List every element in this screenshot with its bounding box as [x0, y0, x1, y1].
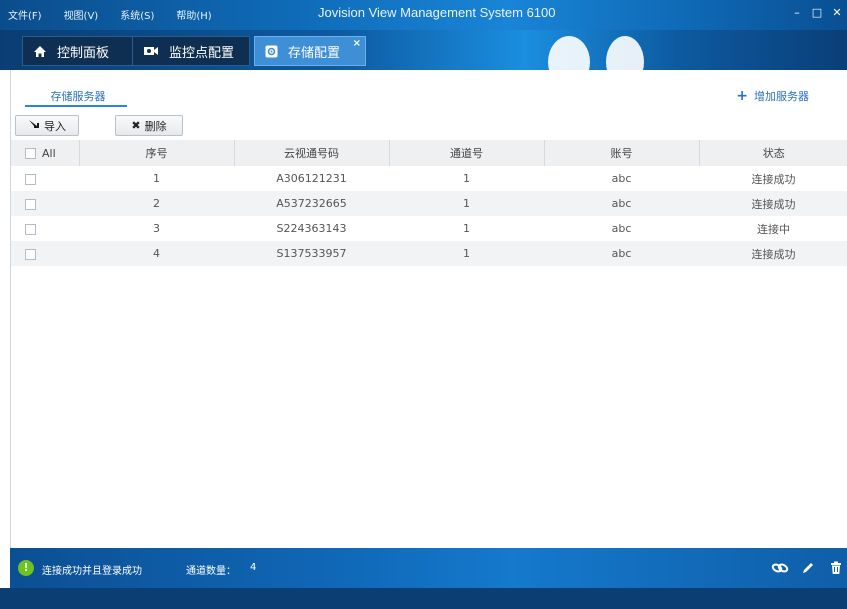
- cell-account: abc: [544, 191, 699, 216]
- cell-status: 连接成功: [699, 191, 847, 216]
- cell-channel: 1: [389, 191, 544, 216]
- table-row[interactable]: 3 S224363143 1 abc 连接中: [11, 216, 847, 241]
- channel-count-label: 通道数量：: [186, 566, 236, 577]
- main-content: 存储服务器 + 增加服务器 导入 ✖ 删除 All 序号 云视通号码 通道号 账…: [10, 70, 847, 548]
- link-icon[interactable]: [771, 559, 789, 577]
- app-title: Jovision View Management System 6100: [318, 5, 556, 20]
- cell-account: abc: [611, 222, 632, 235]
- tab-label: 监控点配置: [169, 45, 235, 61]
- cell-channel: 1: [389, 241, 544, 266]
- header-select-all[interactable]: All: [11, 140, 80, 166]
- tab-dashboard[interactable]: 控制面板: [22, 36, 134, 66]
- table-row[interactable]: 1 A306121231 1 abc 连接成功: [11, 166, 847, 191]
- cell-status: 连接成功: [751, 172, 796, 186]
- select-all-checkbox[interactable]: [25, 147, 36, 159]
- plus-icon: +: [736, 87, 748, 104]
- subtab-storage-server[interactable]: 存储服务器: [31, 88, 125, 104]
- delete-x-icon: ✖: [131, 119, 141, 132]
- header-cloud-id[interactable]: 云视通号码: [234, 140, 390, 166]
- table-header-row: All 序号 云视通号码 通道号 账号 状态: [11, 140, 847, 166]
- row-checkbox[interactable]: [25, 248, 36, 260]
- gear-icon: [265, 45, 278, 58]
- window-controls: – □ ✕: [791, 6, 843, 19]
- menu-file[interactable]: 文件(F): [8, 7, 42, 22]
- close-button[interactable]: ✕: [831, 6, 843, 19]
- server-table: All 序号 云视通号码 通道号 账号 状态 1 A306121231 1 ab…: [11, 140, 847, 266]
- select-all-label: All: [42, 146, 56, 160]
- table-row[interactable]: 4 S137533957 1 abc 连接成功: [11, 241, 847, 266]
- cell-index: 3: [153, 222, 160, 235]
- cell-status: 连接成功: [699, 241, 847, 266]
- channel-count-value: 4: [250, 562, 257, 573]
- add-server-button[interactable]: + 增加服务器: [736, 88, 809, 104]
- header-account[interactable]: 账号: [544, 140, 700, 166]
- bottom-strip: [0, 588, 847, 609]
- cell-channel: 1: [463, 172, 470, 185]
- menu-bar: 文件(F) 视图(V) 系统(S) 帮助(H): [8, 7, 234, 22]
- tab-label: 控制面板: [57, 45, 110, 61]
- trash-icon[interactable]: [827, 559, 845, 577]
- header-status[interactable]: 状态: [699, 140, 847, 166]
- tab-label: 存储配置: [288, 45, 341, 61]
- tab-bar: 控制面板 监控点配置 存储配置 ×: [0, 30, 847, 88]
- header-index[interactable]: 序号: [79, 140, 235, 166]
- cell-index: 2: [79, 191, 234, 216]
- cell-cloud-id: A537232665: [234, 191, 389, 216]
- maximize-button[interactable]: □: [811, 6, 823, 19]
- cell-cloud-id: S137533957: [234, 241, 389, 266]
- camera-icon: [143, 45, 159, 57]
- row-checkbox-cell[interactable]: [11, 241, 79, 266]
- cell-index: 4: [79, 241, 234, 266]
- minimize-button[interactable]: –: [791, 6, 803, 19]
- delete-label: 删除: [144, 119, 167, 133]
- import-label: 导入: [44, 119, 66, 133]
- edit-icon[interactable]: [799, 559, 817, 577]
- cell-cloud-id: A306121231: [276, 172, 347, 185]
- row-checkbox[interactable]: [25, 198, 36, 210]
- cell-account: abc: [544, 241, 699, 266]
- home-icon: [33, 45, 47, 58]
- row-checkbox[interactable]: [25, 173, 36, 185]
- cell-channel: 1: [463, 222, 470, 235]
- tab-monitor-config[interactable]: 监控点配置: [132, 36, 250, 66]
- success-icon: !: [18, 560, 34, 576]
- row-checkbox-cell[interactable]: [11, 166, 79, 191]
- title-bar: 文件(F) 视图(V) 系统(S) 帮助(H) Jovision View Ma…: [0, 0, 847, 30]
- cell-index: 1: [153, 172, 160, 185]
- cell-account: abc: [611, 172, 632, 185]
- status-actions: [771, 559, 845, 577]
- row-checkbox[interactable]: [25, 223, 36, 235]
- import-arrow-icon: [28, 119, 40, 132]
- close-tab-icon[interactable]: ×: [353, 38, 361, 49]
- menu-system[interactable]: 系统(S): [120, 7, 154, 22]
- status-bar: ! 连接成功并且登录成功 通道数量： 4: [10, 548, 847, 588]
- menu-view[interactable]: 视图(V): [64, 7, 99, 22]
- menu-help[interactable]: 帮助(H): [176, 7, 211, 22]
- delete-button[interactable]: ✖ 删除: [115, 115, 183, 136]
- subtab-underline: [25, 105, 127, 107]
- row-checkbox-cell[interactable]: [11, 216, 79, 241]
- tab-storage-config[interactable]: 存储配置 ×: [254, 36, 366, 66]
- table-row[interactable]: 2 A537232665 1 abc 连接成功: [11, 191, 847, 216]
- cell-cloud-id: S224363143: [276, 222, 347, 235]
- status-message: 连接成功并且登录成功: [42, 566, 142, 577]
- header-channel[interactable]: 通道号: [389, 140, 545, 166]
- row-checkbox-cell[interactable]: [11, 191, 79, 216]
- import-button[interactable]: 导入: [15, 115, 79, 136]
- cell-status: 连接中: [757, 222, 790, 236]
- add-server-label: 增加服务器: [754, 90, 809, 103]
